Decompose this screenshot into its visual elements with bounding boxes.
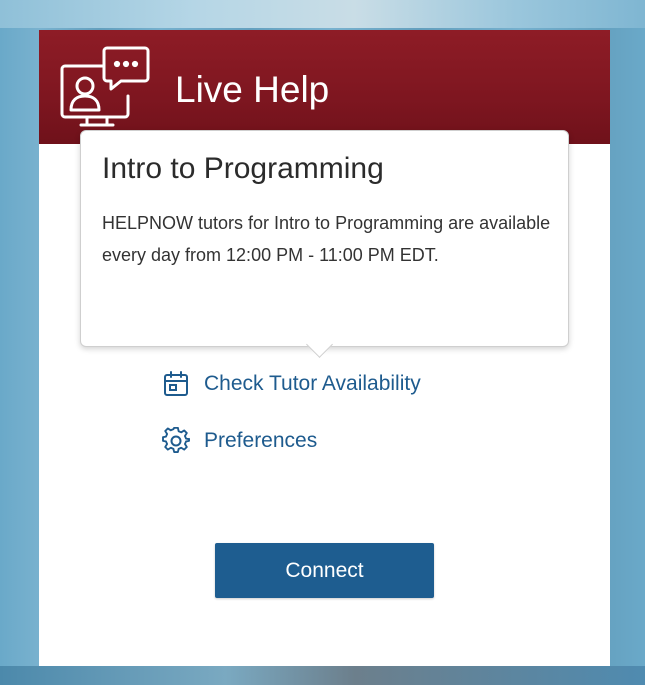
calendar-icon xyxy=(164,371,188,396)
preferences-link[interactable]: Preferences xyxy=(162,424,317,458)
check-availability-link[interactable]: Check Tutor Availability xyxy=(162,367,421,401)
connect-button[interactable]: Connect xyxy=(215,543,434,598)
background-top-strip xyxy=(0,0,645,28)
preferences-label: Preferences xyxy=(204,429,318,452)
course-info-tooltip: Intro to Programming HELPNOW tutors for … xyxy=(80,130,569,347)
tooltip-title: Intro to Programming xyxy=(102,152,384,185)
panel-header: Live Help xyxy=(39,30,610,144)
check-availability-label: Check Tutor Availability xyxy=(204,372,421,395)
panel-title: Live Help xyxy=(175,69,330,110)
tooltip-description: HELPNOW tutors for Intro to Programming … xyxy=(102,213,551,265)
gear-icon xyxy=(162,427,190,453)
background-bottom-strip xyxy=(0,666,645,685)
chat-support-icon xyxy=(60,46,150,127)
